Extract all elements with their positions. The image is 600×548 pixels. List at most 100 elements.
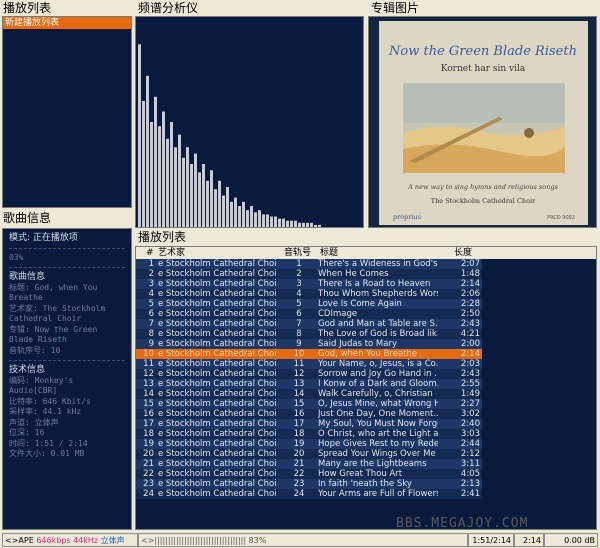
table-row[interactable]: 13 e Stockholm Cathedral Choir 13 I Konw of… (136, 379, 482, 389)
table-row[interactable]: 22 e Stockholm Cathedral Choir 22 How Great… (136, 469, 482, 479)
row-number: 15 (143, 399, 154, 409)
volume-display[interactable]: 0.00 dB (544, 533, 598, 547)
row-title: Walk Carefully, o, Christian (318, 389, 433, 399)
spectrum-bar (218, 180, 221, 227)
table-row[interactable]: 19 e Stockholm Cathedral Choir 19 Hope Give… (136, 439, 482, 449)
spectrum-bar (302, 222, 305, 227)
table-row[interactable]: 9 e Stockholm Cathedral Choir 9 Said Judas … (136, 339, 482, 349)
album-label: 专辑: (9, 324, 30, 334)
bitrate-value: 646 Kbit/s (42, 396, 91, 406)
artist-label: 艺术家: (9, 303, 38, 313)
mode-label: 模式: (9, 233, 31, 243)
table-row[interactable]: 1 e Stockholm Cathedral Choir 1 There's a W… (136, 259, 482, 269)
row-track: 14 (293, 389, 305, 399)
table-row[interactable]: 24 e Stockholm Cathedral Choir 24 Your Arms… (136, 489, 482, 499)
table-row[interactable]: 14 e Stockholm Cathedral Choir 14 Walk Care… (136, 389, 482, 399)
spectrum-bar (170, 122, 173, 227)
row-number: 3 (148, 279, 154, 289)
row-track: 13 (293, 379, 305, 389)
row-number: 8 (148, 329, 154, 339)
row-title: Many are the Lightbeams (318, 459, 427, 469)
spectrum-bar (214, 189, 217, 227)
table-header: # 艺术家 音轨号 标题 长度 (136, 247, 596, 259)
table-row[interactable]: 6 e Stockholm Cathedral Choir 6 CDImage 2:50 (136, 309, 482, 319)
time-value: 1:51 / 2:14 (34, 438, 88, 448)
album-art-panel: Now the Green Blade Riseth Kornet har si… (368, 16, 597, 228)
album-label: proprius (393, 213, 421, 221)
row-title: Your Name, o, Jesus, is a Co... (318, 359, 438, 369)
time-status: 1:51/2:14 (472, 536, 511, 545)
title-row: 标题: God, when You Breathe (9, 283, 125, 304)
spectrum-bar (306, 222, 309, 227)
row-track: 18 (293, 429, 305, 439)
playlist-item[interactable]: 新建播放列表 (3, 17, 131, 29)
title-label: 标题: (9, 282, 30, 292)
column-header-length[interactable]: 长度 (454, 247, 472, 259)
row-length: 1:49 (460, 389, 480, 399)
row-number: 7 (148, 319, 154, 329)
row-artist: e Stockholm Cathedral Choir (158, 259, 276, 269)
spectrum-bar (138, 44, 141, 227)
row-length: 3:02 (460, 409, 480, 419)
row-track: 9 (296, 339, 302, 349)
column-header-num[interactable]: # (146, 247, 154, 259)
bitrate-row: 比特率: 646 Kbit/s (9, 397, 125, 408)
spectrum-bar (142, 101, 145, 227)
table-row[interactable]: 8 e Stockholm Cathedral Choir 8 The Love of… (136, 329, 482, 339)
bitrate-label: 比特率: (9, 396, 38, 406)
table-row[interactable]: 18 e Stockholm Cathedral Choir 18 O Christ,… (136, 429, 482, 439)
seek-bar[interactable]: <>|||||||||||||||||||||||||||||||||| 83% (138, 533, 468, 547)
table-row[interactable]: 2 e Stockholm Cathedral Choir 2 When He Com… (136, 269, 482, 279)
row-artist: e Stockholm Cathedral Choir (158, 329, 276, 339)
playlist-table[interactable]: # 艺术家 音轨号 标题 长度 1 e Stockholm Cathedral C… (135, 246, 597, 530)
row-artist: e Stockholm Cathedral Choir (158, 479, 276, 489)
row-artist: e Stockholm Cathedral Choir (158, 269, 276, 279)
row-title: O, Jesus Mine, what Wrong H... (318, 399, 438, 409)
table-row[interactable]: 17 e Stockholm Cathedral Choir 17 My Soul, … (136, 419, 482, 429)
row-title: There's a Wideness in God's... (318, 259, 438, 269)
table-row[interactable]: 5 e Stockholm Cathedral Choir 5 Love Is Com… (136, 299, 482, 309)
row-artist: e Stockholm Cathedral Choir (158, 449, 276, 459)
table-row[interactable]: 15 e Stockholm Cathedral Choir 15 O, Jesus … (136, 399, 482, 409)
column-header-track[interactable]: 音轨号 (284, 247, 311, 259)
bits-row: 位深: 16 (9, 428, 125, 439)
table-row[interactable]: 12 e Stockholm Cathedral Choir 12 Sorrow an… (136, 369, 482, 379)
table-row[interactable]: 16 e Stockholm Cathedral Choir 16 Just One … (136, 409, 482, 419)
playlist-list[interactable]: 新建播放列表 (2, 16, 132, 208)
row-artist: e Stockholm Cathedral Choir (158, 279, 276, 289)
channels-value: 立体声 (34, 417, 59, 427)
table-row[interactable]: 11 e Stockholm Cathedral Choir 11 Your Name… (136, 359, 482, 369)
row-number: 21 (143, 459, 154, 469)
spectrum-bar (174, 147, 177, 227)
row-number: 5 (148, 299, 154, 309)
song-heading: 歌曲信息 (9, 272, 46, 282)
channels-label: 声道: (9, 417, 30, 427)
table-row[interactable]: 4 e Stockholm Cathedral Choir 4 Thou Whom S… (136, 289, 482, 299)
row-title: Love Is Come Again (318, 299, 402, 309)
column-header-artist[interactable]: 艺术家 (158, 247, 185, 259)
row-artist: e Stockholm Cathedral Choir (158, 379, 276, 389)
table-row[interactable]: 23 e Stockholm Cathedral Choir 23 In faith … (136, 479, 482, 489)
spectrum-bar (190, 164, 193, 227)
row-track: 17 (293, 419, 305, 429)
column-header-title[interactable]: 标题 (320, 247, 338, 259)
bitrate-status: 646kbps (36, 536, 71, 545)
table-row[interactable]: 3 e Stockholm Cathedral Choir 3 There Is a … (136, 279, 482, 289)
album-row: 专辑: Now the Green Blade Riseth (9, 325, 125, 346)
total-status: 2:14 (523, 536, 541, 545)
table-row[interactable]: 20 e Stockholm Cathedral Choir 20 Spread Yo… (136, 449, 482, 459)
row-artist: e Stockholm Cathedral Choir (158, 429, 276, 439)
table-row[interactable]: 7 e Stockholm Cathedral Choir 7 God and Man… (136, 319, 482, 329)
samplerate-row: 采样率: 44.1 kHz (9, 407, 125, 418)
row-title: In faith 'neath the Sky (318, 479, 412, 489)
table-row[interactable]: 10 e Stockholm Cathedral Choir 10 God, when… (136, 349, 482, 359)
row-length: 1:48 (460, 269, 480, 279)
row-length: 2:40 (460, 419, 480, 429)
table-panel-title: 播放列表 (138, 230, 187, 244)
spectrum-bar (246, 210, 249, 227)
row-title: O Christ, who art the Light a... (318, 429, 438, 439)
spectrum-bar (254, 212, 257, 227)
track-label: 音轨序号: (9, 345, 46, 355)
table-row[interactable]: 21 e Stockholm Cathedral Choir 21 Many are … (136, 459, 482, 469)
spectrum-bar (298, 222, 301, 227)
